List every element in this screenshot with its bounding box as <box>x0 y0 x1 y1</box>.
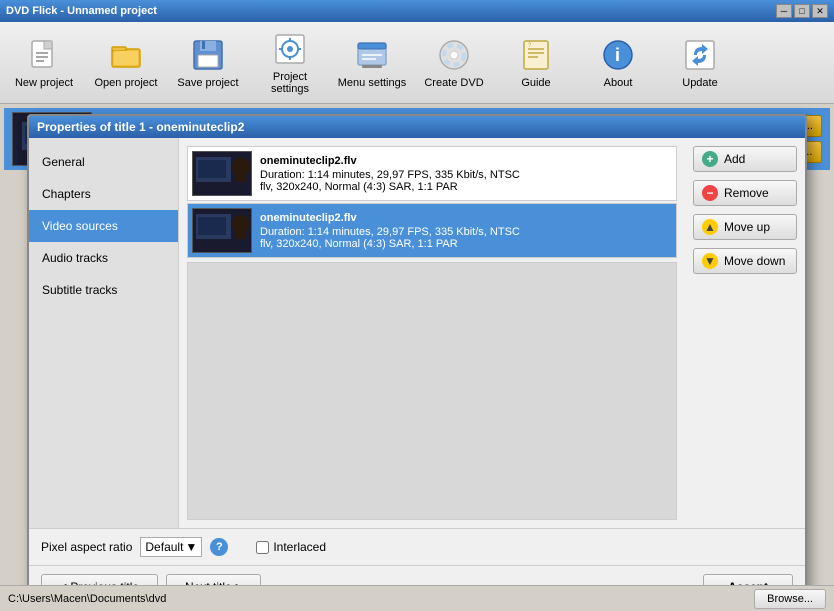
sidebar-item-video-sources[interactable]: Video sources <box>29 210 178 242</box>
about-label: About <box>604 77 633 89</box>
save-project-button[interactable]: Save project <box>168 27 248 99</box>
menu-settings-icon <box>354 37 390 73</box>
interlaced-row: Interlaced <box>256 540 326 554</box>
move-down-button[interactable]: ▼ Move down <box>693 248 797 274</box>
pixel-aspect-ratio-label: Pixel aspect ratio <box>41 540 132 554</box>
create-dvd-label: Create DVD <box>424 77 483 89</box>
window-title: DVD Flick - Unnamed project <box>6 5 157 17</box>
up-icon: ▲ <box>702 219 718 235</box>
project-settings-label: Project settings <box>255 71 325 95</box>
video-item[interactable]: oneminuteclip2.flv Duration: 1:14 minute… <box>187 146 677 201</box>
about-button[interactable]: i About <box>578 27 658 99</box>
minimize-button[interactable]: ─ <box>776 4 792 18</box>
status-path: C:\Users\Macen\Documents\dvd <box>8 593 166 605</box>
guide-button[interactable]: ? Guide <box>496 27 576 99</box>
content-area: oneminuteclip2 C:\downloads\oneminutecli… <box>0 104 834 611</box>
sidebar-item-general[interactable]: General <box>29 146 178 178</box>
remove-icon: − <box>702 185 718 201</box>
add-video-button[interactable]: + Add <box>693 146 797 172</box>
help-button[interactable]: ? <box>210 538 228 556</box>
svg-text:i: i <box>615 45 620 65</box>
new-icon <box>26 37 62 73</box>
browse-button[interactable]: Browse... <box>754 589 826 609</box>
close-button[interactable]: ✕ <box>812 4 828 18</box>
sidebar-item-audio-tracks[interactable]: Audio tracks <box>29 242 178 274</box>
open-icon <box>108 37 144 73</box>
add-icon: + <box>702 151 718 167</box>
save-icon <box>190 37 226 73</box>
video-list: oneminuteclip2.flv Duration: 1:14 minute… <box>187 146 677 520</box>
project-settings-icon <box>272 31 308 67</box>
interlaced-label: Interlaced <box>273 540 326 554</box>
pixel-aspect-ratio-row: Pixel aspect ratio Default ▼ ? Interlace… <box>41 537 793 557</box>
title-bar: DVD Flick - Unnamed project ─ □ ✕ <box>0 0 834 22</box>
save-project-label: Save project <box>177 77 238 89</box>
interlaced-checkbox[interactable] <box>256 541 269 554</box>
video-info-2: oneminuteclip2.flv Duration: 1:14 minute… <box>260 212 520 250</box>
video-list-fill <box>187 262 677 520</box>
new-project-button[interactable]: New project <box>4 27 84 99</box>
open-project-button[interactable]: Open project <box>86 27 166 99</box>
modal-bottom: Pixel aspect ratio Default ▼ ? Interlace… <box>29 528 805 565</box>
open-project-label: Open project <box>95 77 158 89</box>
update-label: Update <box>682 77 717 89</box>
pixel-aspect-ratio-select[interactable]: Default ▼ <box>140 537 202 557</box>
down-icon: ▼ <box>702 253 718 269</box>
sidebar-item-chapters[interactable]: Chapters <box>29 178 178 210</box>
modal-main: oneminuteclip2.flv Duration: 1:14 minute… <box>179 138 685 528</box>
properties-modal: Properties of title 1 - oneminuteclip2 G… <box>27 114 807 610</box>
maximize-button[interactable]: □ <box>794 4 810 18</box>
create-dvd-icon <box>436 37 472 73</box>
video-info-1: oneminuteclip2.flv Duration: 1:14 minute… <box>260 155 520 193</box>
update-icon <box>682 37 718 73</box>
modal-right-panel: + Add − Remove ▲ Move up ▼ Move down <box>685 138 805 528</box>
video-item-selected[interactable]: oneminuteclip2.flv Duration: 1:14 minute… <box>187 203 677 258</box>
menu-settings-button[interactable]: Menu settings <box>332 27 412 99</box>
dropdown-arrow-icon: ▼ <box>185 540 197 554</box>
video-thumbnail-2 <box>192 208 252 253</box>
modal-overlay: Properties of title 1 - oneminuteclip2 G… <box>0 104 834 611</box>
update-button[interactable]: Update <box>660 27 740 99</box>
status-bar: C:\Users\Macen\Documents\dvd Browse... <box>0 585 834 611</box>
modal-sidebar: General Chapters Video sources Audio tra… <box>29 138 179 528</box>
window-controls: ─ □ ✕ <box>776 4 828 18</box>
remove-video-button[interactable]: − Remove <box>693 180 797 206</box>
menu-settings-label: Menu settings <box>338 77 406 89</box>
move-up-button[interactable]: ▲ Move up <box>693 214 797 240</box>
modal-title-bar: Properties of title 1 - oneminuteclip2 <box>29 116 805 138</box>
toolbar: New project Open project Save project <box>0 22 834 104</box>
project-settings-button[interactable]: Project settings <box>250 27 330 99</box>
sidebar-item-subtitle-tracks[interactable]: Subtitle tracks <box>29 274 178 306</box>
video-thumbnail-1 <box>192 151 252 196</box>
modal-body: General Chapters Video sources Audio tra… <box>29 138 805 528</box>
create-dvd-button[interactable]: Create DVD <box>414 27 494 99</box>
guide-label: Guide <box>521 77 550 89</box>
guide-icon: ? <box>518 37 554 73</box>
modal-title: Properties of title 1 - oneminuteclip2 <box>37 120 244 134</box>
about-icon: i <box>600 37 636 73</box>
new-project-label: New project <box>15 77 73 89</box>
